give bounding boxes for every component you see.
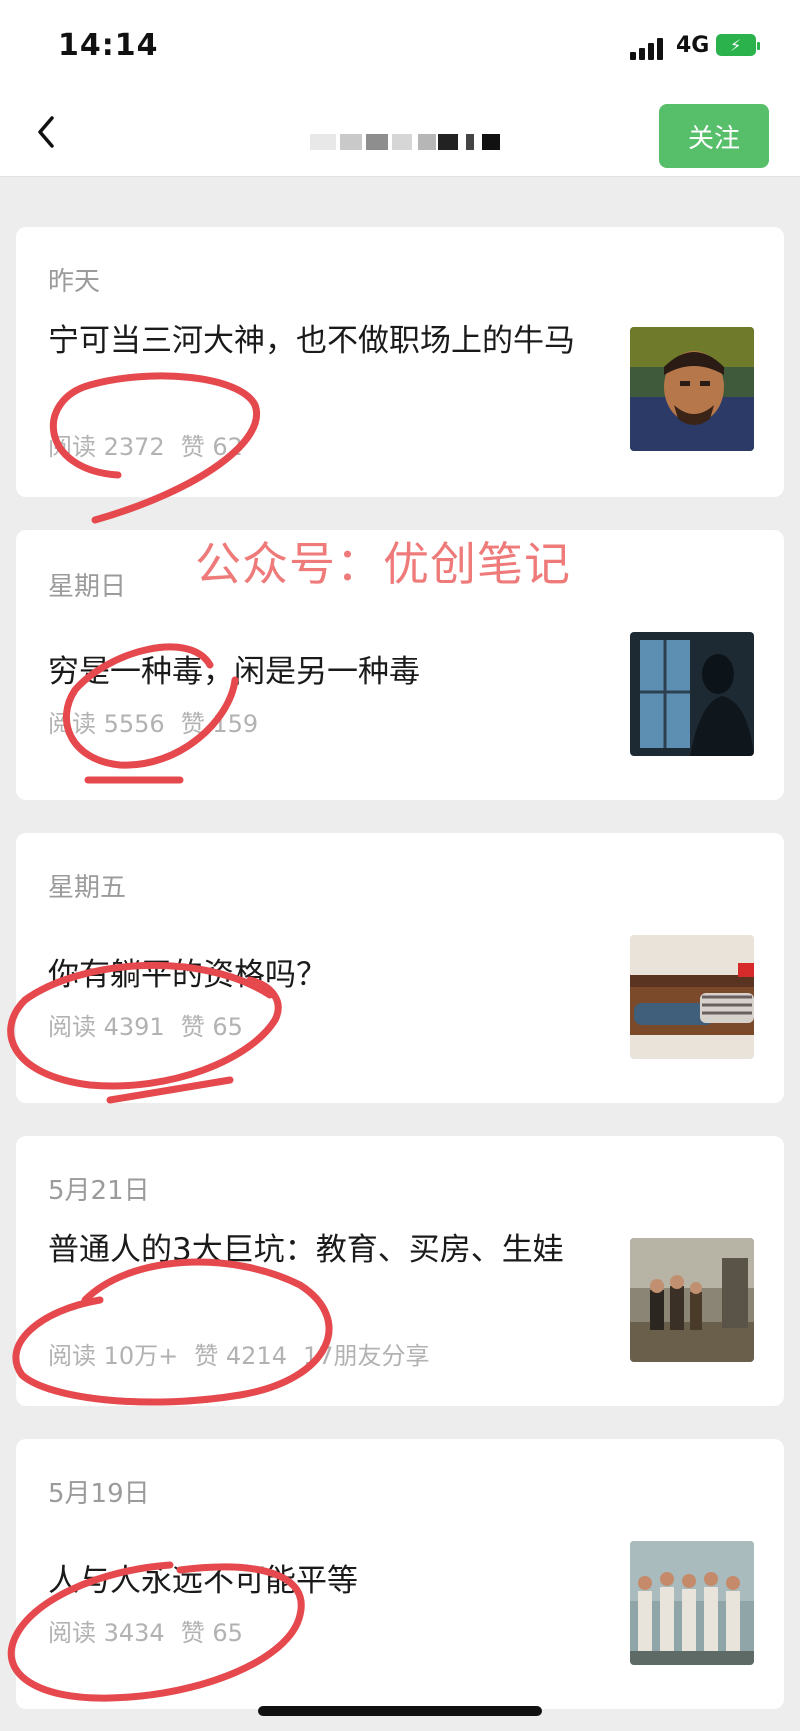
like-count: 赞 159: [180, 710, 259, 738]
back-arrow-icon[interactable]: [28, 112, 68, 152]
article-stats: 阅读 5556 赞 159: [48, 704, 274, 739]
article-card[interactable]: 5月21日 普通人的3大巨坑：教育、买房、生娃 阅读 10万+ 赞 4214 17朋…: [16, 1136, 784, 1406]
article-title[interactable]: 你有躺平的资格吗？: [48, 951, 608, 999]
article-date: 星期五: [48, 873, 127, 903]
account-name-blurred: [310, 134, 500, 150]
article-stats: 阅读 3434 赞 65: [48, 1613, 259, 1648]
article-card[interactable]: 昨天 宁可当三河大神，也不做职场上的牛马 阅读 2372 赞 62: [16, 227, 784, 497]
article-card[interactable]: 星期五 你有躺平的资格吗？ 阅读 4391 赞 65: [16, 833, 784, 1103]
like-count: 赞 62: [180, 433, 243, 461]
article-title[interactable]: 穷是一种毒，闲是另一种毒: [48, 648, 608, 696]
article-thumbnail[interactable]: [630, 632, 754, 756]
share-count: 17朋友分享: [303, 1342, 430, 1370]
article-date: 昨天: [48, 267, 101, 297]
status-time: 14:14: [58, 28, 159, 63]
article-thumbnail[interactable]: [630, 327, 754, 451]
article-date: 星期日: [48, 572, 127, 602]
article-stats: 阅读 10万+ 赞 4214 17朋友分享: [48, 1336, 446, 1371]
read-count: 阅读 2372: [48, 433, 165, 461]
nav-bar: 关注: [0, 96, 800, 177]
read-count: 阅读 5556: [48, 710, 165, 738]
follow-button[interactable]: 关注: [659, 104, 769, 168]
like-count: 赞 65: [180, 1013, 243, 1041]
network-type: 4G: [676, 33, 710, 58]
battery-charging-icon: ⚡: [716, 34, 760, 56]
status-bar: 14:14 4G ⚡: [0, 0, 800, 96]
watermark-text: 公众号：优创笔记: [195, 537, 571, 591]
article-date: 5月19日: [48, 1479, 150, 1509]
home-indicator: [258, 1706, 542, 1716]
article-thumbnail[interactable]: [630, 1238, 754, 1362]
article-thumbnail[interactable]: [630, 1541, 754, 1665]
signal-icon: [630, 36, 670, 60]
article-title[interactable]: 人与人永远不可能平等: [48, 1557, 608, 1605]
article-title[interactable]: 宁可当三河大神，也不做职场上的牛马: [48, 317, 608, 365]
article-stats: 阅读 4391 赞 65: [48, 1007, 259, 1042]
read-count: 阅读 3434: [48, 1619, 165, 1647]
article-title[interactable]: 普通人的3大巨坑：教育、买房、生娃: [48, 1226, 608, 1274]
like-count: 赞 4214: [194, 1342, 287, 1370]
read-count: 阅读 10万+: [48, 1342, 179, 1370]
article-stats: 阅读 2372 赞 62: [48, 427, 259, 462]
article-date: 5月21日: [48, 1176, 150, 1206]
article-thumbnail[interactable]: [630, 935, 754, 1059]
article-card[interactable]: 5月19日 人与人永远不可能平等 阅读 3434 赞 65: [16, 1439, 784, 1709]
like-count: 赞 65: [180, 1619, 243, 1647]
read-count: 阅读 4391: [48, 1013, 165, 1041]
